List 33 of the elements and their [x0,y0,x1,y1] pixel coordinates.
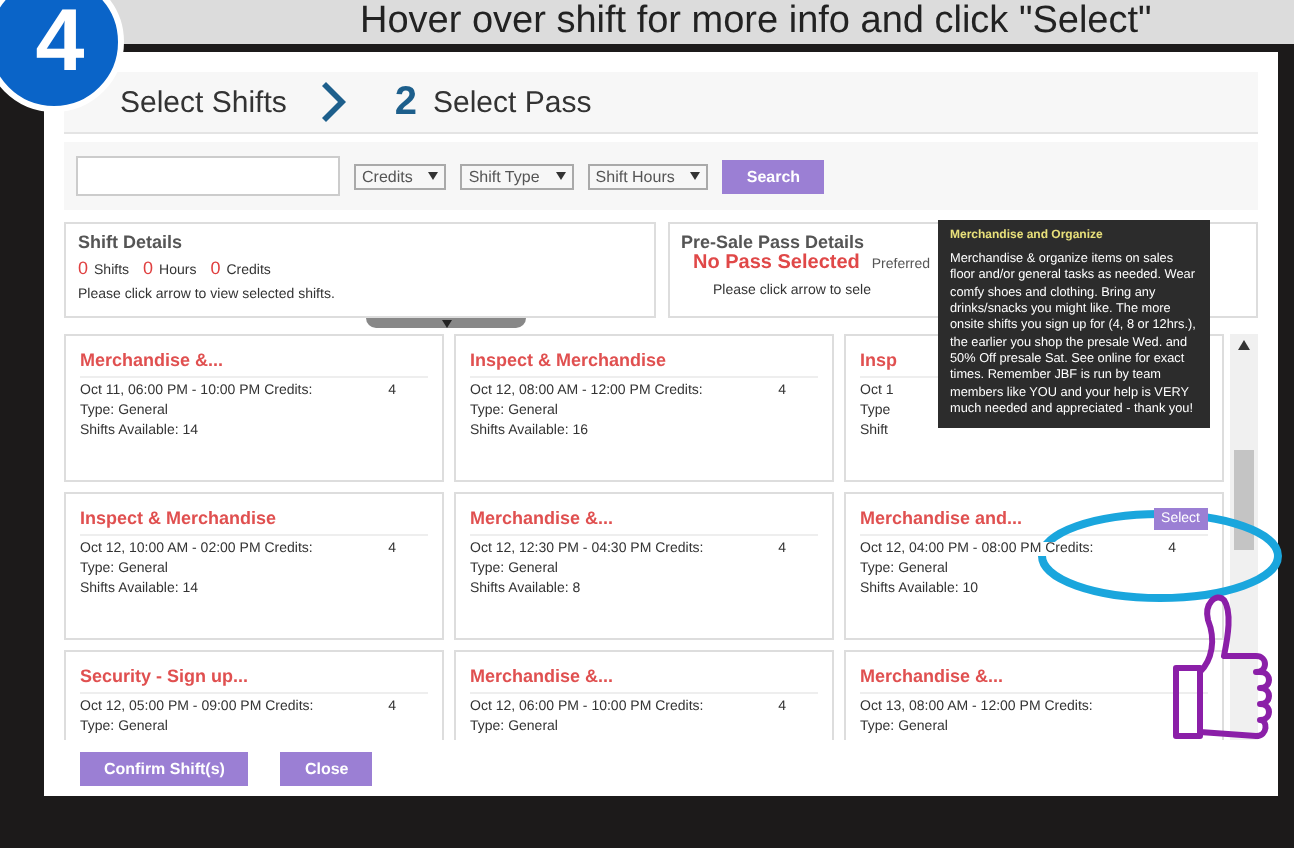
chevron-icon [322,80,351,124]
dropdown[interactable]: Shift Hours [587,163,709,189]
step-badge: 4 [0,0,124,112]
shift-title: Merchandise &... [470,508,614,528]
dropdown[interactable]: Shift Type [460,163,574,189]
arrow-down-icon [441,319,451,327]
count-value: 0 [210,258,221,278]
dropdown-arrow-icon [428,172,439,180]
shift-title: Merchandise &... [860,666,1004,686]
shift-title: Inspect & Merchandise [470,350,667,370]
expand-tab[interactable] [366,318,526,328]
search-field[interactable] [76,156,340,196]
scrollbar-thumb[interactable] [1234,450,1254,550]
step-label: Select Pass [433,85,592,119]
panel-title: Shift Details [78,232,183,252]
dropdown-arrow-icon [690,172,701,180]
instruction-text: Hover over shift for more info and click "Select" [360,0,1152,44]
shift-title: Inspect & Merchandise [80,508,277,528]
dropdown[interactable]: Credits [354,163,447,189]
shift-title: Insp [860,350,898,370]
step-number: 2 [394,79,417,125]
dropdown-arrow-icon [555,172,566,180]
shift-title: Merchandise &... [80,350,224,370]
pass-status: No Pass Selected [693,252,860,274]
shift-title: Merchandise &... [470,666,614,686]
step-label: Select Shifts [120,85,287,119]
count-value: 0 [78,258,89,278]
panel-title: Pre-Sale Pass Details [681,232,865,252]
shift-title: Security - Sign up... [80,666,249,686]
count-value: 0 [143,258,154,278]
shift-title: Merchandise and... [860,508,1023,528]
scroll-up-icon[interactable] [1238,340,1250,350]
scrollbar[interactable] [1230,334,1258,740]
